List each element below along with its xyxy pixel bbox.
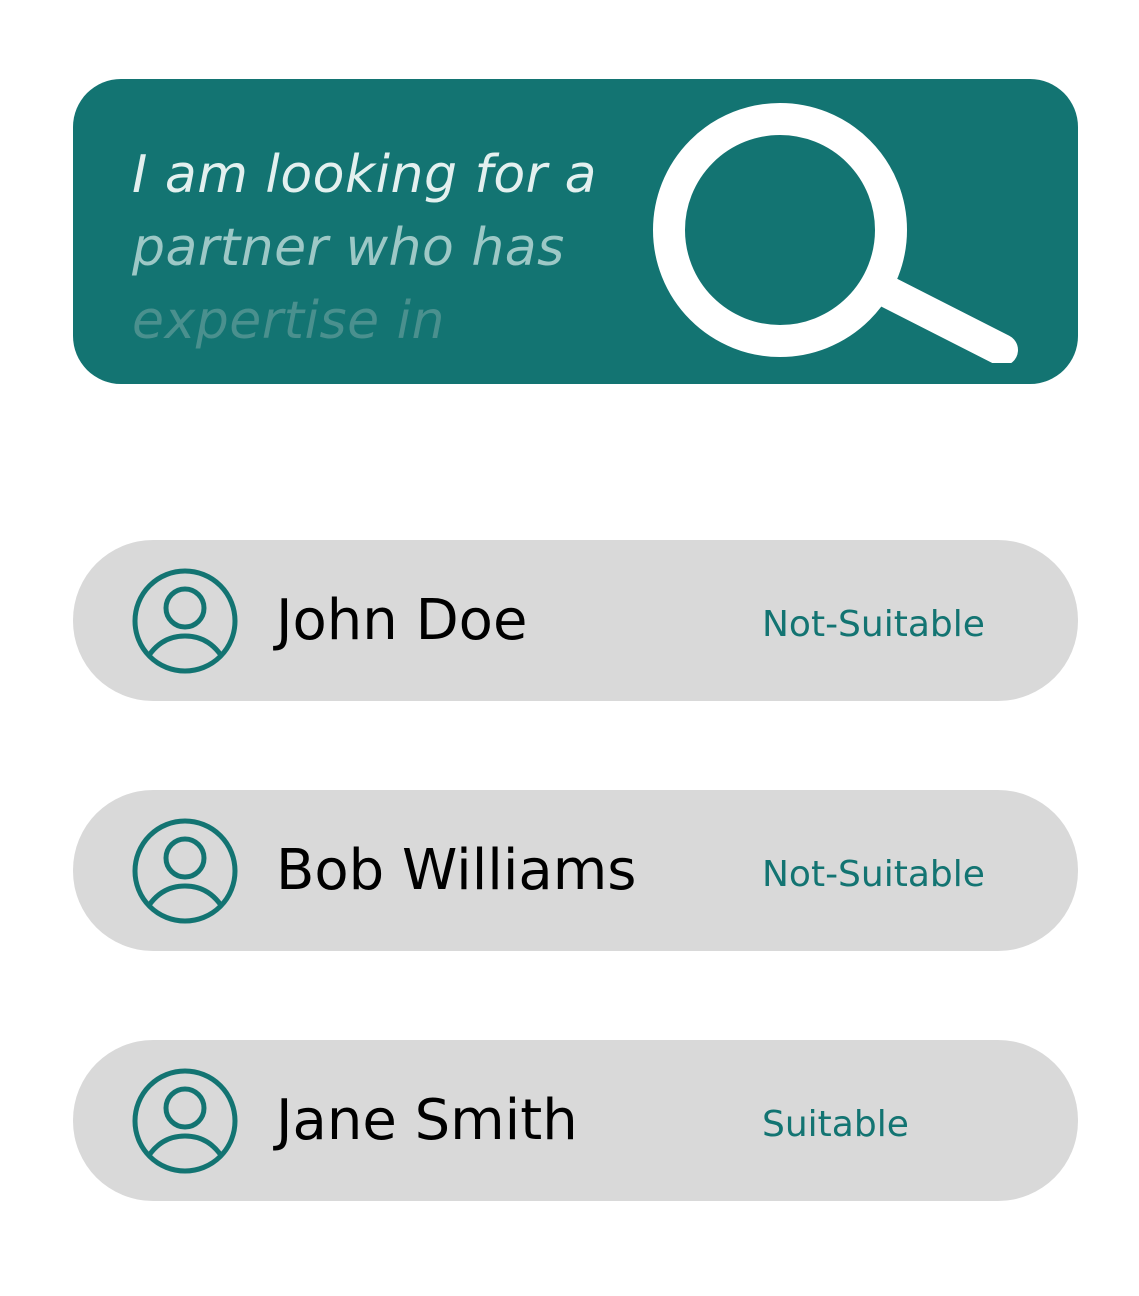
user-icon xyxy=(132,1068,238,1174)
result-name: Jane Smith xyxy=(276,1088,578,1153)
user-icon xyxy=(132,568,238,674)
search-query-line: expertise in xyxy=(132,291,445,351)
search-query-line: I am looking for a xyxy=(132,145,597,205)
search-query-line: partner who has xyxy=(132,218,565,278)
search-icon[interactable] xyxy=(651,101,1023,363)
result-row[interactable]: Bob Williams Not-Suitable xyxy=(73,790,1078,951)
result-status: Suitable xyxy=(762,1104,909,1145)
result-status: Not-Suitable xyxy=(762,604,985,645)
search-query-text[interactable]: I am looking for a partner who has exper… xyxy=(132,139,652,358)
result-row[interactable]: Jane Smith Suitable xyxy=(73,1040,1078,1201)
result-status: Not-Suitable xyxy=(762,854,985,895)
result-row[interactable]: John Doe Not-Suitable xyxy=(73,540,1078,701)
result-name: Bob Williams xyxy=(276,838,637,903)
user-icon xyxy=(132,818,238,924)
search-bar[interactable]: I am looking for a partner who has exper… xyxy=(73,79,1078,384)
result-name: John Doe xyxy=(276,588,528,653)
